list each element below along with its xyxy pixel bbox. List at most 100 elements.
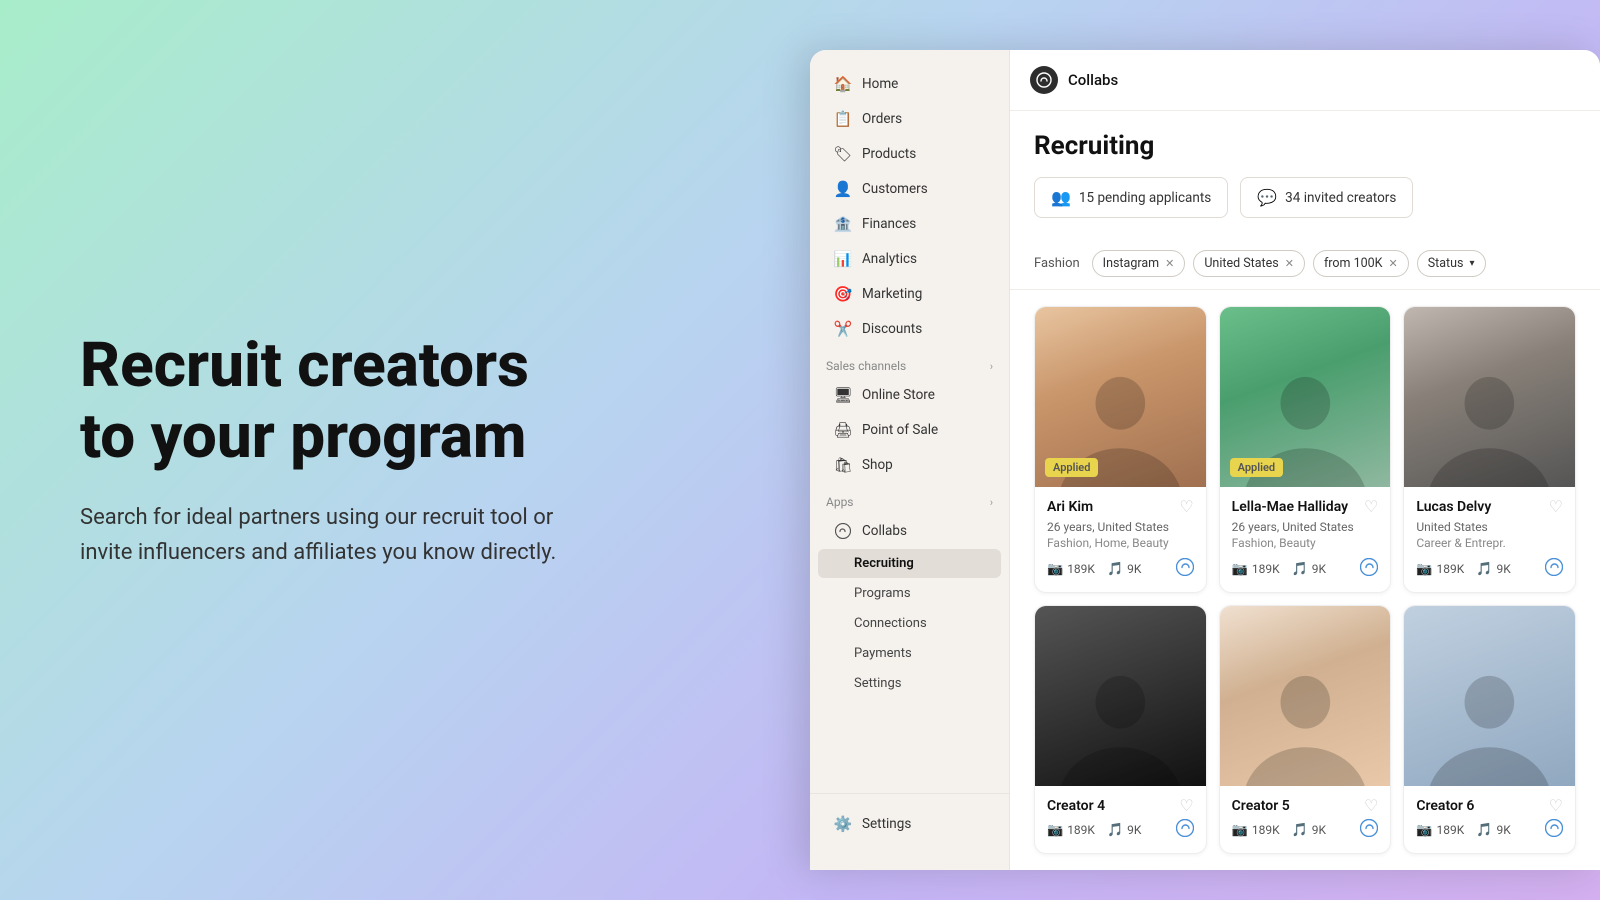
sidebar-sub-connections[interactable]: Connections (818, 609, 1001, 638)
sidebar-sub-recruiting[interactable]: Recruiting (818, 549, 1001, 578)
sidebar-item-home-label: Home (862, 76, 898, 92)
main-content: Collabs Recruiting 👥 15 pending applican… (1010, 50, 1600, 870)
creator-card[interactable]: Lucas Delvy ♡ United States Career & Ent… (1403, 306, 1576, 593)
creator-name: Creator 6 (1416, 798, 1474, 814)
sidebar-item-point-of-sale[interactable]: 🖨 Point of Sale (818, 413, 1001, 447)
sidebar-item-online-store[interactable]: 🖥 Online Store (818, 378, 1001, 412)
invited-creators-card[interactable]: 💬 34 invited creators (1240, 177, 1413, 218)
creator-meta: 26 years, United States (1047, 520, 1194, 534)
creator-name: Creator 5 (1232, 798, 1290, 814)
filter-from100k[interactable]: from 100K ✕ (1313, 250, 1409, 277)
tiktok-icon: 🎵 (1292, 562, 1308, 577)
collab-link-icon[interactable] (1545, 558, 1563, 580)
collabs-topbar-icon (1030, 66, 1058, 94)
sidebar-collabs-label: Collabs (862, 523, 907, 539)
sidebar-item-online-store-label: Online Store (862, 387, 935, 403)
heart-icon[interactable]: ♡ (1549, 497, 1563, 516)
filter-us-remove[interactable]: ✕ (1285, 257, 1294, 270)
sidebar-item-discounts[interactable]: ✂️ Discounts (818, 312, 1001, 346)
sidebar-sub-settings-label: Settings (854, 676, 901, 691)
filter-instagram[interactable]: Instagram ✕ (1092, 250, 1186, 277)
tiktok-stat: 🎵 9K (1107, 562, 1141, 577)
filter-instagram-remove[interactable]: ✕ (1165, 257, 1174, 270)
sidebar-item-orders[interactable]: 📋 Orders (818, 102, 1001, 136)
background: Recruit creators to your program Search … (0, 0, 1600, 900)
heart-icon[interactable]: ♡ (1549, 796, 1563, 815)
creator-info: Creator 5 ♡ 📷 189K 🎵 9K (1220, 786, 1391, 851)
creator-name: Ari Kim (1047, 499, 1093, 515)
sidebar-item-marketing[interactable]: 🎯 Marketing (818, 277, 1001, 311)
sidebar-item-analytics[interactable]: 📊 Analytics (818, 242, 1001, 276)
creator-name: Lucas Delvy (1416, 499, 1491, 515)
topbar: Collabs (1010, 50, 1600, 111)
finances-icon: 🏦 (834, 215, 852, 233)
hero-title: Recruit creators to your program (80, 330, 560, 473)
creator-card[interactable]: Creator 6 ♡ 📷 189K 🎵 9K (1403, 605, 1576, 854)
collab-link-icon[interactable] (1360, 819, 1378, 841)
instagram-followers: 189K (1437, 823, 1465, 837)
creator-card[interactable]: Applied Lella-Mae Halliday ♡ 26 years, U… (1219, 306, 1392, 593)
collab-link-icon[interactable] (1360, 558, 1378, 580)
collab-link-icon[interactable] (1176, 558, 1194, 580)
orders-icon: 📋 (834, 110, 852, 128)
sidebar-item-settings[interactable]: ⚙️ Settings (818, 807, 1001, 841)
page-title: Recruiting (1034, 131, 1576, 161)
sidebar-item-home[interactable]: 🏠 Home (818, 67, 1001, 101)
sidebar-item-customers[interactable]: 👤 Customers (818, 172, 1001, 206)
instagram-icon: 📷 (1232, 823, 1248, 838)
creator-card[interactable]: Applied Ari Kim ♡ 26 years, United State… (1034, 306, 1207, 593)
sidebar-item-finances[interactable]: 🏦 Finances (818, 207, 1001, 241)
creator-info: Lella-Mae Halliday ♡ 26 years, United St… (1220, 487, 1391, 590)
sidebar-sub-programs[interactable]: Programs (818, 579, 1001, 608)
instagram-stat: 📷 189K (1047, 823, 1095, 838)
app-window: 🏠 Home 📋 Orders 🏷 Products 👤 Customers 🏦 (810, 50, 1600, 870)
creator-card[interactable]: Creator 5 ♡ 📷 189K 🎵 9K (1219, 605, 1392, 854)
shop-icon: 🛍 (834, 456, 852, 474)
sidebar-sub-settings[interactable]: Settings (818, 669, 1001, 698)
analytics-icon: 📊 (834, 250, 852, 268)
creator-name: Lella-Mae Halliday (1232, 499, 1348, 515)
page-header: Recruiting 👥 15 pending applicants 💬 34 … (1010, 111, 1600, 250)
sidebar-item-products[interactable]: 🏷 Products (818, 137, 1001, 171)
instagram-icon: 📷 (1047, 823, 1063, 838)
sidebar-item-shop[interactable]: 🛍 Shop (818, 448, 1001, 482)
tiktok-icon: 🎵 (1107, 562, 1123, 577)
products-icon: 🏷 (834, 145, 852, 163)
heart-icon[interactable]: ♡ (1179, 497, 1193, 516)
filter-status[interactable]: Status ▾ (1417, 250, 1486, 277)
instagram-stat: 📷 189K (1047, 562, 1095, 577)
creator-photo (1035, 606, 1206, 786)
sidebar-item-collabs[interactable]: Collabs (818, 514, 1001, 548)
tiktok-followers: 9K (1312, 562, 1326, 576)
instagram-followers: 189K (1067, 823, 1095, 837)
tiktok-followers: 9K (1312, 823, 1326, 837)
sidebar-item-customers-label: Customers (862, 181, 928, 197)
collab-link-icon[interactable] (1545, 819, 1563, 841)
tiktok-followers: 9K (1127, 823, 1141, 837)
sidebar-sub-programs-label: Programs (854, 586, 911, 601)
collab-link-icon[interactable] (1176, 819, 1194, 841)
creator-meta: 26 years, United States (1232, 520, 1379, 534)
heart-icon[interactable]: ♡ (1179, 796, 1193, 815)
online-store-icon: 🖥 (834, 386, 852, 404)
pos-icon: 🖨 (834, 421, 852, 439)
creator-photo (1404, 606, 1575, 786)
heart-icon[interactable]: ♡ (1364, 497, 1378, 516)
stats-row: 👥 15 pending applicants 💬 34 invited cre… (1034, 177, 1576, 218)
sidebar-settings-label: Settings (862, 816, 911, 832)
sidebar-sub-connections-label: Connections (854, 616, 927, 631)
tiktok-stat: 🎵 9K (1476, 823, 1510, 838)
creator-card[interactable]: Creator 4 ♡ 📷 189K 🎵 9K (1034, 605, 1207, 854)
creators-grid: Applied Ari Kim ♡ 26 years, United State… (1010, 290, 1600, 870)
pending-applicants-card[interactable]: 👥 15 pending applicants (1034, 177, 1228, 218)
tiktok-stat: 🎵 9K (1292, 823, 1326, 838)
creator-tags: Fashion, Home, Beauty (1047, 536, 1194, 550)
instagram-stat: 📷 189K (1232, 823, 1280, 838)
filter-from100k-remove[interactable]: ✕ (1389, 257, 1398, 270)
tiktok-icon: 🎵 (1476, 562, 1492, 577)
filter-us[interactable]: United States ✕ (1193, 250, 1305, 277)
sidebar-sub-payments[interactable]: Payments (818, 639, 1001, 668)
heart-icon[interactable]: ♡ (1364, 796, 1378, 815)
creator-info: Creator 4 ♡ 📷 189K 🎵 9K (1035, 786, 1206, 851)
sidebar: 🏠 Home 📋 Orders 🏷 Products 👤 Customers 🏦 (810, 50, 1010, 870)
